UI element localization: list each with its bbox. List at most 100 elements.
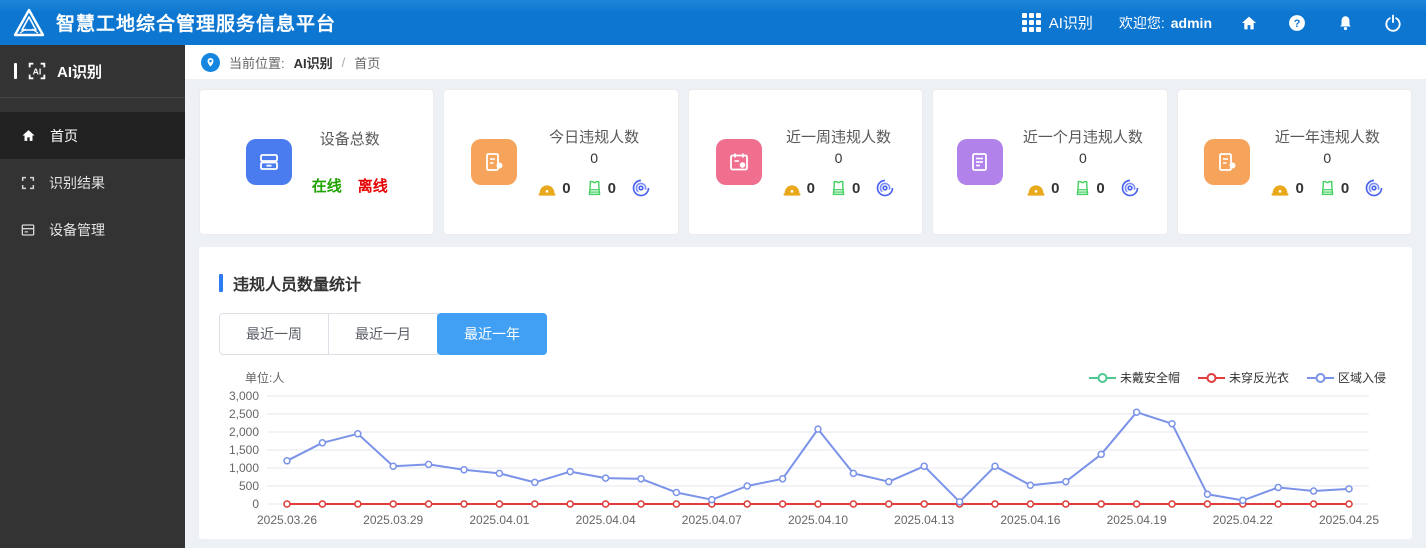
sidebar: AI AI识别 首页 识别结果 设备管理 bbox=[0, 45, 185, 548]
username[interactable]: admin bbox=[1171, 15, 1212, 31]
intrusion-spiral-icon bbox=[877, 179, 894, 197]
helmet-icon bbox=[1027, 184, 1045, 196]
breadcrumb-current[interactable]: 首页 bbox=[354, 53, 380, 72]
helmet-icon bbox=[1271, 184, 1289, 196]
main-content: 当前位置: AI识别 / 首页 设备总数 在线 离线 今日违规人数 0 0 0 … bbox=[185, 45, 1426, 548]
sidebar-item-home[interactable]: 首页 bbox=[0, 112, 185, 159]
vest-count: 0 bbox=[1340, 179, 1350, 197]
helmet-count: 0 bbox=[1295, 179, 1304, 197]
intrusion-spiral-icon bbox=[1121, 179, 1139, 197]
svg-text:2025.04.07: 2025.04.07 bbox=[682, 513, 742, 527]
page-title: 智慧工地综合管理服务信息平台 bbox=[56, 14, 337, 35]
card-value: 0 bbox=[834, 150, 843, 166]
scan-brackets-icon bbox=[21, 176, 35, 189]
svg-text:0: 0 bbox=[252, 497, 259, 511]
svg-text:2025.04.25: 2025.04.25 bbox=[1319, 513, 1379, 527]
nav-ai-recognition[interactable]: AI识别 bbox=[1021, 12, 1093, 33]
svg-text:1,000: 1,000 bbox=[229, 461, 259, 475]
intrusion-spiral-icon bbox=[1365, 179, 1383, 197]
card-today-violations: 今日违规人数 0 0 0 bbox=[443, 89, 679, 235]
legend-item-1[interactable]: 未穿反光衣 bbox=[1197, 369, 1289, 386]
top-header: 智慧工地综合管理服务信息平台 AI识别 欢迎您: admin ? bbox=[0, 0, 1426, 45]
sidebar-item-label: 识别结果 bbox=[49, 174, 105, 191]
svg-text:2025.04.16: 2025.04.16 bbox=[1000, 513, 1060, 527]
breadcrumb-root[interactable]: AI识别 bbox=[294, 53, 333, 72]
svg-text:2025.04.13: 2025.04.13 bbox=[894, 513, 954, 527]
svg-text:2025.03.26: 2025.03.26 bbox=[257, 513, 317, 527]
card-value: 0 bbox=[590, 150, 598, 166]
help-icon[interactable]: ? bbox=[1286, 12, 1308, 34]
vest-count: 0 bbox=[1096, 179, 1105, 197]
stat-cards-row: 设备总数 在线 离线 今日违规人数 0 0 0 近一周违规人数 0 0 0 近一… bbox=[185, 79, 1426, 235]
svg-text:AI: AI bbox=[33, 67, 42, 77]
legend-item-0[interactable]: 未戴安全帽 bbox=[1088, 369, 1180, 386]
svg-text:2025.04.04: 2025.04.04 bbox=[576, 513, 636, 527]
sidebar-item-label: 首页 bbox=[50, 127, 78, 144]
tab-last-month[interactable]: 最近一月 bbox=[328, 313, 438, 355]
violation-line-chart[interactable]: 0 500 1,000 1,500 2,000 2,500 3,000 2025.03.26 2… bbox=[219, 386, 1392, 536]
time-range-tabs: 最近一周 最近一月 最近一年 bbox=[219, 313, 547, 355]
home-icon bbox=[22, 130, 35, 141]
svg-text:?: ? bbox=[1294, 17, 1301, 29]
svg-text:2025.04.01: 2025.04.01 bbox=[469, 513, 529, 527]
platform-logo-icon bbox=[13, 8, 45, 36]
section-title: 违规人员数量统计 bbox=[219, 271, 1392, 295]
helmet-count: 0 bbox=[1051, 179, 1060, 197]
svg-text:2,000: 2,000 bbox=[229, 425, 259, 439]
chart-unit-label: 单位:人 bbox=[245, 371, 285, 385]
section-title-text: 违规人员数量统计 bbox=[233, 277, 362, 294]
tab-last-week[interactable]: 最近一周 bbox=[219, 313, 329, 355]
svg-text:2025.04.10: 2025.04.10 bbox=[788, 513, 848, 527]
card-title: 近一年违规人数 bbox=[1274, 129, 1380, 146]
violation-type-counts: 0 0 bbox=[782, 178, 896, 198]
sidebar-item-device-management[interactable]: 设备管理 bbox=[0, 206, 185, 253]
welcome-label: 欢迎您: bbox=[1118, 14, 1165, 31]
sidebar-app-header: AI AI识别 bbox=[0, 45, 185, 98]
tab-last-year[interactable]: 最近一年 bbox=[437, 313, 547, 355]
card-value: 0 bbox=[1323, 150, 1332, 166]
svg-text:2025.03.29: 2025.03.29 bbox=[363, 513, 423, 527]
svg-text:3,000: 3,000 bbox=[229, 389, 259, 403]
svg-text:1,500: 1,500 bbox=[229, 443, 259, 457]
card-year-violations: 近一年违规人数 0 0 0 bbox=[1176, 89, 1413, 235]
vest-icon bbox=[832, 180, 845, 196]
card-title: 近一个月违规人数 bbox=[1022, 129, 1143, 146]
helmet-icon bbox=[783, 184, 801, 196]
week-violations-icon bbox=[715, 139, 762, 185]
home-icon[interactable] bbox=[1238, 12, 1260, 34]
card-device-total: 设备总数 在线 离线 bbox=[199, 89, 435, 235]
location-pin-icon bbox=[201, 52, 220, 72]
nav-ai-recognition-label: AI识别 bbox=[1048, 15, 1093, 32]
svg-text:2025.04.22: 2025.04.22 bbox=[1213, 513, 1273, 527]
breadcrumb-separator: / bbox=[341, 54, 346, 70]
collapse-bar-icon bbox=[14, 63, 17, 79]
year-violations-icon bbox=[1204, 139, 1251, 185]
violation-type-counts: 0 0 bbox=[1270, 178, 1384, 198]
card-title: 设备总数 bbox=[319, 131, 380, 148]
breadcrumb-prefix: 当前位置: bbox=[229, 55, 285, 71]
legend-item-2[interactable]: 区域入侵 bbox=[1306, 369, 1386, 386]
violation-type-counts: 0 0 bbox=[1026, 178, 1140, 198]
violation-type-counts: 0 0 bbox=[537, 178, 651, 198]
vest-icon bbox=[1077, 180, 1089, 196]
svg-text:2,500: 2,500 bbox=[229, 407, 259, 421]
helmet-icon bbox=[538, 184, 556, 196]
device-icon bbox=[21, 223, 35, 236]
today-violations-icon bbox=[471, 139, 518, 185]
card-month-violations: 近一个月违规人数 0 0 0 bbox=[932, 89, 1168, 235]
apps-grid-icon bbox=[1021, 13, 1041, 32]
card-title: 今日违规人数 bbox=[549, 129, 640, 146]
notifications-bell-icon[interactable] bbox=[1334, 12, 1356, 34]
sidebar-app-title: AI识别 bbox=[57, 63, 103, 81]
chart-legend: 未戴安全帽 未穿反光衣 区域入侵 bbox=[1088, 369, 1386, 386]
intrusion-spiral-icon bbox=[632, 179, 650, 197]
vest-count: 0 bbox=[607, 179, 616, 197]
logout-power-icon[interactable] bbox=[1382, 12, 1404, 34]
device-total-icon bbox=[245, 139, 292, 185]
month-violations-icon bbox=[956, 139, 1003, 185]
sidebar-menu: 首页 识别结果 设备管理 bbox=[0, 112, 185, 253]
welcome-text: 欢迎您: admin bbox=[1119, 13, 1212, 33]
device-status-row: 在线 离线 bbox=[312, 175, 388, 196]
sidebar-item-recognition-results[interactable]: 识别结果 bbox=[0, 159, 185, 206]
svg-text:2025.04.19: 2025.04.19 bbox=[1107, 513, 1167, 527]
